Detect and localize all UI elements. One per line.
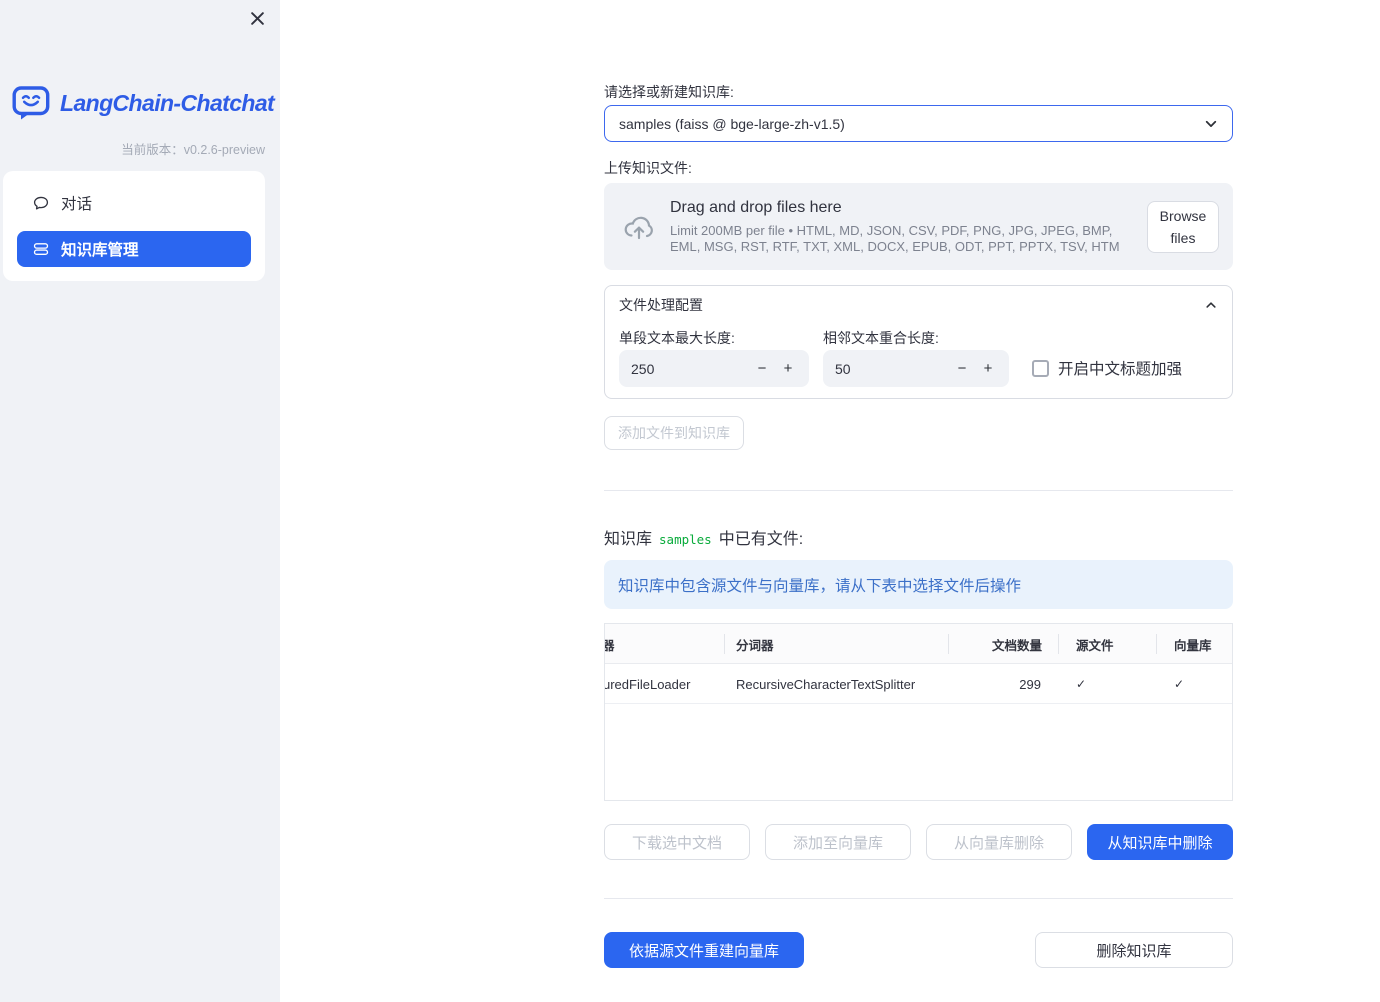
dropzone-limit-text: Limit 200MB per file • HTML, MD, JSON, C… xyxy=(670,222,1120,254)
column-header-loader[interactable]: 器 xyxy=(605,624,723,664)
cell-loader[interactable]: uredFileLoader xyxy=(605,664,724,704)
version-value: v0.2.6-preview xyxy=(183,143,265,157)
zh-title-enhance-row: 开启中文标题加强 xyxy=(1032,357,1182,379)
dropzone-instructions: Drag and drop files here Limit 200MB per… xyxy=(670,199,1142,255)
chunk-size-increment-button[interactable]: + xyxy=(775,360,801,377)
download-selected-button[interactable]: 下载选中文档 xyxy=(604,824,750,860)
kb-select-value: samples (faiss @ bge-large-zh-v1.5) xyxy=(619,115,845,132)
chunk-size-label: 单段文本最大长度: xyxy=(619,330,735,346)
kb-select[interactable]: samples (faiss @ bge-large-zh-v1.5) xyxy=(604,105,1233,142)
column-divider xyxy=(948,634,949,654)
file-config-expander: 文件处理配置 单段文本最大长度: 相邻文本重合长度: 250 − + 50 − … xyxy=(604,285,1233,399)
table-row[interactable]: uredFileLoader RecursiveCharacterTextSpl… xyxy=(605,664,1232,704)
chunk-size-input[interactable]: 250 − + xyxy=(619,350,809,387)
version-text: 当前版本：v0.2.6-preview xyxy=(121,139,265,158)
app-root: LangChain-Chatchat 当前版本：v0.2.6-preview 对… xyxy=(0,0,1380,1002)
chunk-size-decrement-button[interactable]: − xyxy=(749,360,775,377)
chat-icon xyxy=(33,195,49,211)
sidebar-item-kb-management[interactable]: 知识库管理 xyxy=(17,231,251,267)
brand-logo: LangChain-Chatchat xyxy=(12,85,275,122)
info-banner-text: 知识库中包含源文件与向量库，请从下表中选择文件后操作 xyxy=(618,577,1022,595)
sidebar-close-button[interactable] xyxy=(248,9,267,28)
browse-files-button[interactable]: Browse files xyxy=(1147,200,1219,253)
chunk-overlap-input[interactable]: 50 − + xyxy=(823,350,1009,387)
expander-title: 文件处理配置 xyxy=(619,297,703,313)
column-header-source-file[interactable]: 源文件 xyxy=(1076,624,1114,664)
version-label: 当前版本： xyxy=(121,143,184,157)
column-divider xyxy=(724,634,725,654)
zh-title-enhance-label: 开启中文标题加强 xyxy=(1058,361,1183,378)
divider xyxy=(604,490,1233,491)
cell-source-file-check[interactable]: ✓ xyxy=(1076,664,1086,704)
column-header-doc-count[interactable]: 文档数量 xyxy=(992,624,1042,664)
dropzone-title: Drag and drop files here xyxy=(670,198,842,216)
cell-vector-store-check[interactable]: ✓ xyxy=(1174,664,1184,704)
files-table-header: 器 分词器 文档数量 源文件 向量库 xyxy=(605,624,1232,664)
file-dropzone[interactable]: Drag and drop files here Limit 200MB per… xyxy=(604,183,1233,270)
add-to-vector-store-button[interactable]: 添加至向量库 xyxy=(765,824,911,860)
rebuild-vector-store-button[interactable]: 依据源文件重建向量库 xyxy=(604,932,804,968)
column-divider xyxy=(1156,634,1157,654)
close-icon xyxy=(251,12,264,25)
sidebar-item-label: 知识库管理 xyxy=(61,242,139,259)
chunk-size-value: 250 xyxy=(631,360,655,377)
sidebar-item-dialogue[interactable]: 对话 xyxy=(17,185,251,221)
sidebar: LangChain-Chatchat 当前版本：v0.2.6-preview 对… xyxy=(0,0,280,1002)
chunk-overlap-label: 相邻文本重合长度: xyxy=(823,330,939,346)
expander-header[interactable]: 文件处理配置 xyxy=(605,286,1232,315)
kb-name-code: samples xyxy=(659,532,712,547)
kb-files-heading: 知识库 samples 中已有文件: xyxy=(604,525,803,549)
column-divider xyxy=(1058,634,1059,654)
chevron-up-icon xyxy=(1206,302,1216,308)
kb-files-suffix: 中已有文件: xyxy=(718,531,804,548)
chunk-overlap-increment-button[interactable]: + xyxy=(975,360,1001,377)
delete-from-kb-button[interactable]: 从知识库中删除 xyxy=(1087,824,1233,860)
zh-title-enhance-checkbox[interactable] xyxy=(1032,359,1049,377)
column-header-vector-store[interactable]: 向量库 xyxy=(1174,624,1212,664)
add-files-to-kb-button[interactable]: 添加文件到知识库 xyxy=(604,416,744,450)
cell-splitter[interactable]: RecursiveCharacterTextSplitter xyxy=(736,664,915,704)
kb-files-prefix: 知识库 xyxy=(604,531,653,548)
chat-bubble-logo-icon xyxy=(12,86,50,120)
brand-name: LangChain-Chatchat xyxy=(60,90,275,116)
chevron-down-icon xyxy=(1205,120,1217,127)
divider xyxy=(604,898,1233,899)
upload-label: 上传知识文件: xyxy=(604,160,692,176)
knowledge-base-icon xyxy=(33,241,49,257)
sidebar-menu: 对话 知识库管理 xyxy=(3,171,265,281)
sidebar-item-label: 对话 xyxy=(61,196,93,213)
chunk-overlap-value: 50 xyxy=(835,360,851,377)
cell-doc-count[interactable]: 299 xyxy=(1019,664,1041,704)
delete-kb-button[interactable]: 删除知识库 xyxy=(1035,932,1233,968)
chunk-overlap-decrement-button[interactable]: − xyxy=(949,360,975,377)
info-banner: 知识库中包含源文件与向量库，请从下表中选择文件后操作 xyxy=(604,560,1233,609)
kb-select-label: 请选择或新建知识库: xyxy=(604,84,734,100)
column-header-splitter[interactable]: 分词器 xyxy=(736,624,774,664)
cloud-upload-icon xyxy=(621,211,657,243)
files-table[interactable]: 器 分词器 文档数量 源文件 向量库 uredFileLoader Recurs… xyxy=(604,623,1233,801)
delete-from-vector-store-button[interactable]: 从向量库删除 xyxy=(926,824,1072,860)
